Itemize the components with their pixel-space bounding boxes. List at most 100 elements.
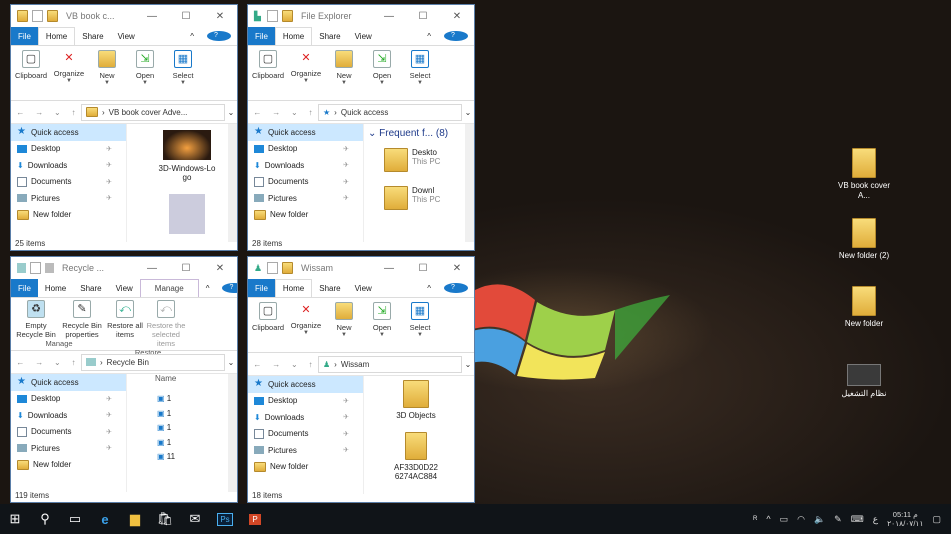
maximize-button[interactable]: ☐ [406,11,440,22]
file-item[interactable]: 3D-Windows-Lo go [157,130,217,182]
title-bar[interactable]: ♟ Wissam — ☐ ✕ [248,257,474,279]
nav-desktop[interactable]: Desktop ✈ [11,141,126,158]
nav-pictures[interactable]: Pictures ✈ [248,442,363,459]
back-icon[interactable]: ← [16,358,24,367]
tab-view[interactable]: View [348,27,379,45]
restore-all-button[interactable]: ⤺ Restore all items [107,300,143,348]
help-icon[interactable]: ? [222,283,237,293]
nav-desktop[interactable]: Desktop ✈ [248,141,363,158]
explorer-window-wissam[interactable]: ♟ Wissam — ☐ ✕ File Home Share View ^? ▢ Cl… [247,256,475,503]
explorer-window-recycle-bin[interactable]: Recycle ... — ☐ ✕ File Home Share View Man… [10,256,238,503]
desktop-icon-vb-book[interactable]: VB book cover A... [834,148,894,201]
list-item[interactable]: ▣ 1 [157,436,175,451]
desktop-icon-new-folder[interactable]: New folder [834,286,894,329]
title-bar[interactable]: Recycle ... — ☐ ✕ [11,257,237,279]
taskbar-store[interactable]: 🛍 [150,504,180,534]
minimize-button[interactable]: — [135,11,169,22]
tab-share[interactable]: Share [312,27,347,45]
nav-new-folder[interactable]: New folder [11,457,126,474]
tab-share[interactable]: Share [75,27,110,45]
open-button[interactable]: ⇲ Open ▼ [127,50,163,100]
restore-selected-button[interactable]: ⤺ Restore the selected items [143,300,189,348]
new-button[interactable]: New ▼ [326,50,362,100]
maximize-button[interactable]: ☐ [406,263,440,274]
list-item[interactable]: ▣ 1 [157,407,175,422]
explorer-window-vb-book[interactable]: VB book c... — ☐ ✕ File Home Share View ^?… [10,4,238,251]
new-folder-icon[interactable] [282,262,293,274]
desktop-icon-powerpoint[interactable]: نظام التشغيل [834,364,894,399]
clock[interactable]: 05:11 م ٢٠١٨/٠٧/١١ [887,510,923,528]
recent-icon[interactable]: ⌄ [54,358,61,367]
recycle-bin-properties-button[interactable]: ✎ Recycle Bin properties [59,300,105,339]
address-bar[interactable]: ♟ › Wissam [318,355,462,373]
file-item[interactable]: Deskto This PC [384,148,440,172]
forward-icon[interactable]: → [272,108,280,117]
explorer-window-file-explorer[interactable]: ▙ File Explorer — ☐ ✕ File Home Share View… [247,4,475,251]
properties-icon[interactable] [267,10,278,22]
select-button[interactable]: ▦ Select ▼ [402,50,438,100]
nav-downloads[interactable]: ⬇ Downloads ✈ [248,409,363,426]
volume-icon[interactable]: 🔈 [814,514,825,525]
tab-share[interactable]: Share [312,279,347,297]
maximize-button[interactable]: ☐ [169,263,203,274]
taskbar-mail[interactable]: ✉ [180,504,210,534]
tab-file[interactable]: File [248,279,275,297]
empty-recycle-bin-button[interactable]: ♻ Empty Recycle Bin [13,300,59,339]
nav-quick-access[interactable]: ★ Quick access [11,374,126,391]
forward-icon[interactable]: → [35,108,43,117]
tab-view[interactable]: View [348,279,379,297]
taskbar-powerpoint[interactable]: P [240,504,270,534]
new-button[interactable]: New ▼ [326,302,362,352]
help-icon[interactable]: ? [444,31,468,41]
select-button[interactable]: ▦ Select ▼ [165,50,201,100]
organize-button[interactable]: ✕ Organize ▼ [288,50,324,100]
vertical-scrollbar[interactable] [228,124,237,242]
open-button[interactable]: ⇲ Open ▼ [364,50,400,100]
desktop-icon-new-folder-2[interactable]: New folder (2) [834,218,894,261]
open-button[interactable]: ⇲ Open ▼ [364,302,400,352]
forward-icon[interactable]: → [35,358,43,367]
nav-downloads[interactable]: ⬇ Downloads ✈ [248,157,363,174]
taskbar-file-explorer[interactable]: ▆ [120,504,150,534]
forward-icon[interactable]: → [272,360,280,369]
nav-desktop[interactable]: Desktop ✈ [11,391,126,408]
task-view-button[interactable]: ▭ [60,504,90,534]
column-header-name[interactable]: Name [155,374,176,383]
up-icon[interactable]: ↑ [72,358,76,367]
address-bar[interactable]: › Recycle Bin [81,353,225,371]
nav-pictures[interactable]: Pictures ✈ [11,190,126,207]
title-bar[interactable]: VB book c... — ☐ ✕ [11,5,237,27]
chevron-down-icon[interactable]: ⌄ [462,108,474,117]
people-icon[interactable]: ᴿ [753,514,757,524]
taskbar-edge[interactable]: e [90,504,120,534]
help-icon[interactable]: ? [207,31,231,41]
file-item[interactable]: AF33D0D22 6274AC884 [386,432,446,481]
search-button[interactable]: ⚲ [30,504,60,534]
vertical-scrollbar[interactable] [228,374,237,492]
close-button[interactable]: ✕ [440,263,474,274]
help-icon[interactable]: ? [444,283,468,293]
tab-view[interactable]: View [111,27,142,45]
list-item[interactable]: ▣ 1 [157,421,175,436]
nav-pictures[interactable]: Pictures ✈ [11,440,126,457]
tab-view[interactable]: View [109,279,140,297]
battery-icon[interactable]: ▭ [780,514,789,525]
nav-quick-access[interactable]: ★ Quick access [11,124,126,141]
chevron-up-icon[interactable]: ^ [766,514,770,524]
recent-icon[interactable]: ⌄ [54,108,61,117]
new-button[interactable]: New ▼ [89,50,125,100]
tab-home[interactable]: Home [274,27,313,45]
wifi-icon[interactable]: ◠ [797,514,805,525]
nav-documents[interactable]: Documents ✈ [248,426,363,443]
organize-button[interactable]: ✕ Organize ▼ [51,50,87,100]
notification-icon[interactable]: ▢ [932,514,941,525]
minimize-button[interactable]: — [135,263,169,274]
nav-documents[interactable]: Documents ✈ [11,424,126,441]
list-item[interactable]: ▣ 1 [157,392,175,407]
close-button[interactable]: ✕ [440,11,474,22]
tab-file[interactable]: File [11,279,38,297]
maximize-button[interactable]: ☐ [169,11,203,22]
properties-icon[interactable] [30,262,41,274]
title-bar[interactable]: ▙ File Explorer — ☐ ✕ [248,5,474,27]
properties-icon[interactable] [32,10,43,22]
